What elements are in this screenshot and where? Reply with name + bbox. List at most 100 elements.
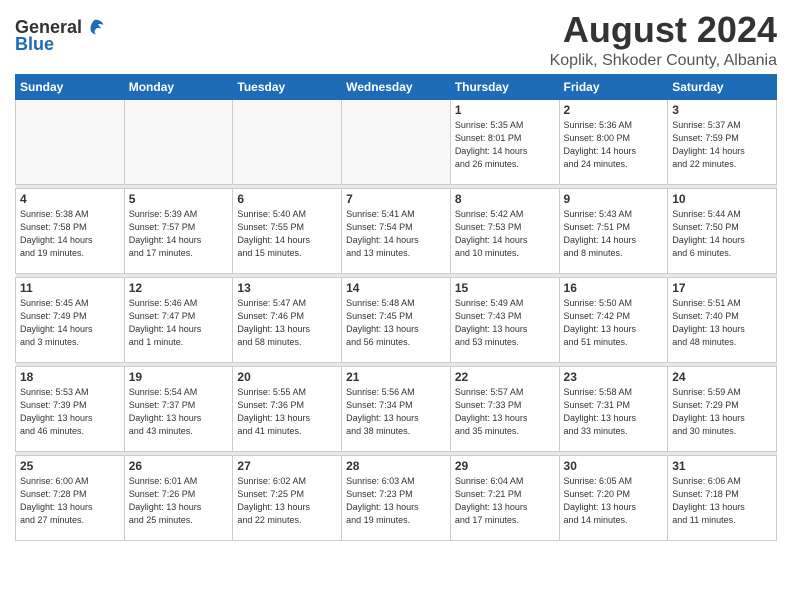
calendar-cell: 24Sunrise: 5:59 AM Sunset: 7:29 PM Dayli… (668, 366, 777, 451)
day-number: 1 (455, 103, 555, 117)
calendar-cell (16, 99, 125, 184)
day-info: Sunrise: 6:05 AM Sunset: 7:20 PM Dayligh… (564, 475, 664, 527)
day-number: 21 (346, 370, 446, 384)
day-info: Sunrise: 5:55 AM Sunset: 7:36 PM Dayligh… (237, 386, 337, 438)
calendar-body: 1 Sunrise: 5:35 AM Sunset: 8:01 PM Daylig… (16, 99, 777, 540)
day-info: Sunrise: 5:44 AM Sunset: 7:50 PM Dayligh… (672, 208, 772, 260)
day-info: Sunrise: 5:36 AM Sunset: 8:00 PM Dayligh… (564, 119, 664, 171)
calendar-week-row: 11 Sunrise: 5:45 AM Sunset: 7:49 PM Dayli… (16, 277, 777, 362)
day-header-thursday: Thursday (450, 74, 559, 99)
day-number: 30 (564, 459, 664, 473)
day-number: 20 (237, 370, 337, 384)
day-info: Sunrise: 5:53 AM Sunset: 7:39 PM Dayligh… (20, 386, 120, 438)
day-info: Sunrise: 6:03 AM Sunset: 7:23 PM Dayligh… (346, 475, 446, 527)
day-header-monday: Monday (124, 74, 233, 99)
calendar-week-row: 18 Sunrise: 5:53 AM Sunset: 7:39 PM Dayli… (16, 366, 777, 451)
calendar-cell: 3Sunrise: 5:37 AM Sunset: 7:59 PM Daylig… (668, 99, 777, 184)
day-info: Sunrise: 6:06 AM Sunset: 7:18 PM Dayligh… (672, 475, 772, 527)
calendar-cell: 22 Sunrise: 5:57 AM Sunset: 7:33 PM Dayli… (450, 366, 559, 451)
calendar-cell: 17Sunrise: 5:51 AM Sunset: 7:40 PM Dayli… (668, 277, 777, 362)
day-number: 15 (455, 281, 555, 295)
calendar-cell: 25 Sunrise: 6:00 AM Sunset: 7:28 PM Dayli… (16, 455, 125, 540)
day-info: Sunrise: 6:00 AM Sunset: 7:28 PM Dayligh… (20, 475, 120, 527)
calendar-cell: 29 Sunrise: 6:04 AM Sunset: 7:21 PM Dayli… (450, 455, 559, 540)
day-number: 7 (346, 192, 446, 206)
day-info: Sunrise: 5:40 AM Sunset: 7:55 PM Dayligh… (237, 208, 337, 260)
day-info: Sunrise: 5:58 AM Sunset: 7:31 PM Dayligh… (564, 386, 664, 438)
day-number: 17 (672, 281, 772, 295)
logo-blue: Blue (15, 34, 54, 55)
day-info: Sunrise: 5:50 AM Sunset: 7:42 PM Dayligh… (564, 297, 664, 349)
calendar-cell: 16Sunrise: 5:50 AM Sunset: 7:42 PM Dayli… (559, 277, 668, 362)
day-number: 24 (672, 370, 772, 384)
day-info: Sunrise: 6:04 AM Sunset: 7:21 PM Dayligh… (455, 475, 555, 527)
calendar-cell: 28 Sunrise: 6:03 AM Sunset: 7:23 PM Dayli… (342, 455, 451, 540)
calendar-week-row: 25 Sunrise: 6:00 AM Sunset: 7:28 PM Dayli… (16, 455, 777, 540)
location-subtitle: Koplik, Shkoder County, Albania (550, 52, 777, 70)
calendar-cell: 1 Sunrise: 5:35 AM Sunset: 8:01 PM Daylig… (450, 99, 559, 184)
day-number: 18 (20, 370, 120, 384)
day-number: 25 (20, 459, 120, 473)
day-info: Sunrise: 5:46 AM Sunset: 7:47 PM Dayligh… (129, 297, 229, 349)
day-info: Sunrise: 5:35 AM Sunset: 8:01 PM Dayligh… (455, 119, 555, 171)
day-number: 11 (20, 281, 120, 295)
calendar-cell: 31Sunrise: 6:06 AM Sunset: 7:18 PM Dayli… (668, 455, 777, 540)
calendar-cell: 7 Sunrise: 5:41 AM Sunset: 7:54 PM Daylig… (342, 188, 451, 273)
day-number: 23 (564, 370, 664, 384)
day-info: Sunrise: 5:39 AM Sunset: 7:57 PM Dayligh… (129, 208, 229, 260)
month-year-title: August 2024 (550, 10, 777, 50)
day-number: 6 (237, 192, 337, 206)
calendar-cell: 21 Sunrise: 5:56 AM Sunset: 7:34 PM Dayli… (342, 366, 451, 451)
calendar-week-row: 4 Sunrise: 5:38 AM Sunset: 7:58 PM Daylig… (16, 188, 777, 273)
calendar-cell: 27Sunrise: 6:02 AM Sunset: 7:25 PM Dayli… (233, 455, 342, 540)
day-info: Sunrise: 5:45 AM Sunset: 7:49 PM Dayligh… (20, 297, 120, 349)
day-number: 4 (20, 192, 120, 206)
calendar-cell: 26 Sunrise: 6:01 AM Sunset: 7:26 PM Dayli… (124, 455, 233, 540)
day-number: 10 (672, 192, 772, 206)
day-info: Sunrise: 5:57 AM Sunset: 7:33 PM Dayligh… (455, 386, 555, 438)
calendar-cell: 30 Sunrise: 6:05 AM Sunset: 7:20 PM Dayli… (559, 455, 668, 540)
day-number: 26 (129, 459, 229, 473)
calendar-cell: 8Sunrise: 5:42 AM Sunset: 7:53 PM Daylig… (450, 188, 559, 273)
calendar-cell: 10 Sunrise: 5:44 AM Sunset: 7:50 PM Dayli… (668, 188, 777, 273)
day-header-tuesday: Tuesday (233, 74, 342, 99)
day-number: 14 (346, 281, 446, 295)
day-info: Sunrise: 5:54 AM Sunset: 7:37 PM Dayligh… (129, 386, 229, 438)
calendar-cell: 23 Sunrise: 5:58 AM Sunset: 7:31 PM Dayli… (559, 366, 668, 451)
calendar-cell: 20 Sunrise: 5:55 AM Sunset: 7:36 PM Dayli… (233, 366, 342, 451)
calendar-cell: 13 Sunrise: 5:47 AM Sunset: 7:46 PM Dayli… (233, 277, 342, 362)
day-number: 22 (455, 370, 555, 384)
day-info: Sunrise: 6:02 AM Sunset: 7:25 PM Dayligh… (237, 475, 337, 527)
calendar-cell: 6 Sunrise: 5:40 AM Sunset: 7:55 PM Daylig… (233, 188, 342, 273)
day-info: Sunrise: 5:38 AM Sunset: 7:58 PM Dayligh… (20, 208, 120, 260)
day-number: 29 (455, 459, 555, 473)
day-info: Sunrise: 6:01 AM Sunset: 7:26 PM Dayligh… (129, 475, 229, 527)
day-number: 3 (672, 103, 772, 117)
day-info: Sunrise: 5:56 AM Sunset: 7:34 PM Dayligh… (346, 386, 446, 438)
day-number: 5 (129, 192, 229, 206)
calendar-cell: 12 Sunrise: 5:46 AM Sunset: 7:47 PM Dayli… (124, 277, 233, 362)
calendar-cell: 19Sunrise: 5:54 AM Sunset: 7:37 PM Dayli… (124, 366, 233, 451)
calendar-cell: 15Sunrise: 5:49 AM Sunset: 7:43 PM Dayli… (450, 277, 559, 362)
calendar-cell (124, 99, 233, 184)
day-number: 28 (346, 459, 446, 473)
calendar-table: SundayMondayTuesdayWednesdayThursdayFrid… (15, 74, 777, 541)
page-header: General Blue August 2024 Koplik, Shkoder… (15, 10, 777, 70)
calendar-cell: 14 Sunrise: 5:48 AM Sunset: 7:45 PM Dayli… (342, 277, 451, 362)
day-number: 2 (564, 103, 664, 117)
day-info: Sunrise: 5:48 AM Sunset: 7:45 PM Dayligh… (346, 297, 446, 349)
day-info: Sunrise: 5:41 AM Sunset: 7:54 PM Dayligh… (346, 208, 446, 260)
day-header-saturday: Saturday (668, 74, 777, 99)
day-number: 8 (455, 192, 555, 206)
calendar-cell (233, 99, 342, 184)
calendar-cell: 2 Sunrise: 5:36 AM Sunset: 8:00 PM Daylig… (559, 99, 668, 184)
day-number: 9 (564, 192, 664, 206)
calendar-cell: 9Sunrise: 5:43 AM Sunset: 7:51 PM Daylig… (559, 188, 668, 273)
day-number: 12 (129, 281, 229, 295)
calendar-cell: 4 Sunrise: 5:38 AM Sunset: 7:58 PM Daylig… (16, 188, 125, 273)
day-number: 13 (237, 281, 337, 295)
calendar-cell: 18 Sunrise: 5:53 AM Sunset: 7:39 PM Dayli… (16, 366, 125, 451)
calendar-header-row: SundayMondayTuesdayWednesdayThursdayFrid… (16, 74, 777, 99)
calendar-cell: 5 Sunrise: 5:39 AM Sunset: 7:57 PM Daylig… (124, 188, 233, 273)
day-info: Sunrise: 5:47 AM Sunset: 7:46 PM Dayligh… (237, 297, 337, 349)
